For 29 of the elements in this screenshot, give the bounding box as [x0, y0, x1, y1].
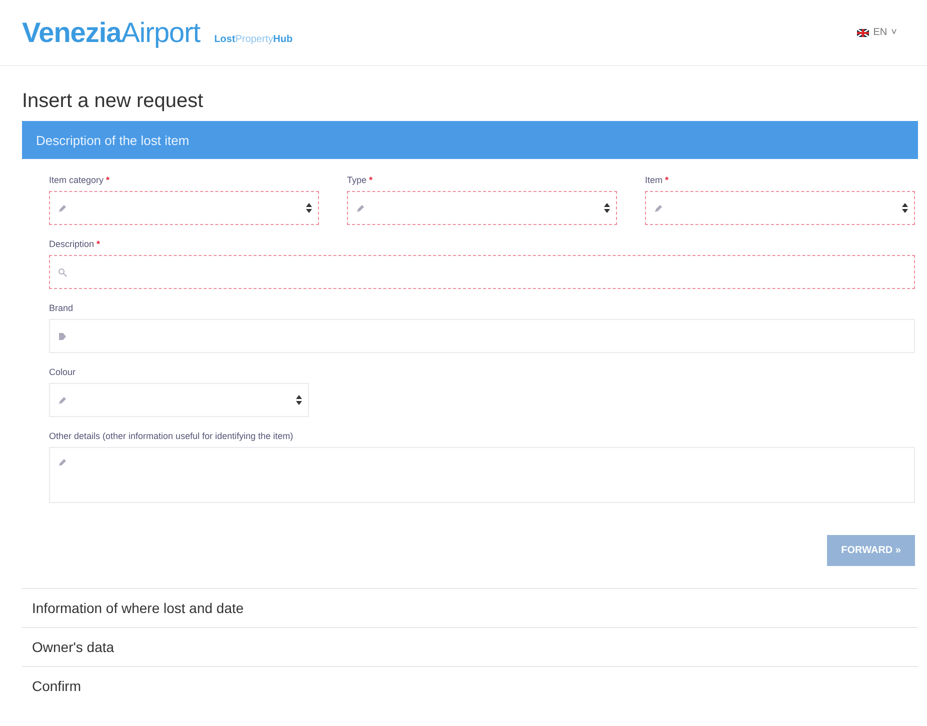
select-arrows-icon — [604, 203, 610, 213]
pencil-icon — [654, 204, 663, 212]
select-arrows-icon — [902, 203, 908, 213]
field-label: Brand — [49, 303, 74, 313]
pencil-icon — [58, 396, 67, 404]
field-label: Item category * — [49, 175, 111, 185]
select-field[interactable] — [49, 191, 319, 225]
field-label: Colour — [49, 367, 77, 377]
field-label: Type * — [347, 175, 374, 185]
field-label: Other details (other information useful for identifying the item) — [49, 431, 294, 441]
pencil-icon — [58, 204, 67, 212]
section-header[interactable]: Description of the lost item — [22, 121, 918, 159]
text-area[interactable] — [49, 447, 915, 503]
brand-subtitle: LostPropertyHub — [214, 34, 293, 44]
field-label: Item * — [645, 175, 670, 185]
brand-logo[interactable]: VeneziaAirport — [22, 16, 200, 48]
input-field[interactable] — [49, 255, 915, 289]
pencil-icon — [356, 204, 365, 212]
tag-icon — [58, 332, 67, 340]
language-selector[interactable]: EN ˅ — [855, 25, 899, 40]
search-icon — [58, 268, 67, 276]
pencil-icon — [58, 458, 67, 467]
select-field[interactable] — [645, 191, 915, 225]
page-title: Insert a new request — [22, 90, 204, 113]
select-field[interactable] — [347, 191, 617, 225]
field-label: Description * — [49, 239, 102, 249]
select-arrows-icon — [296, 395, 302, 405]
flag-icon — [857, 28, 870, 36]
select-arrows-icon — [306, 203, 312, 213]
